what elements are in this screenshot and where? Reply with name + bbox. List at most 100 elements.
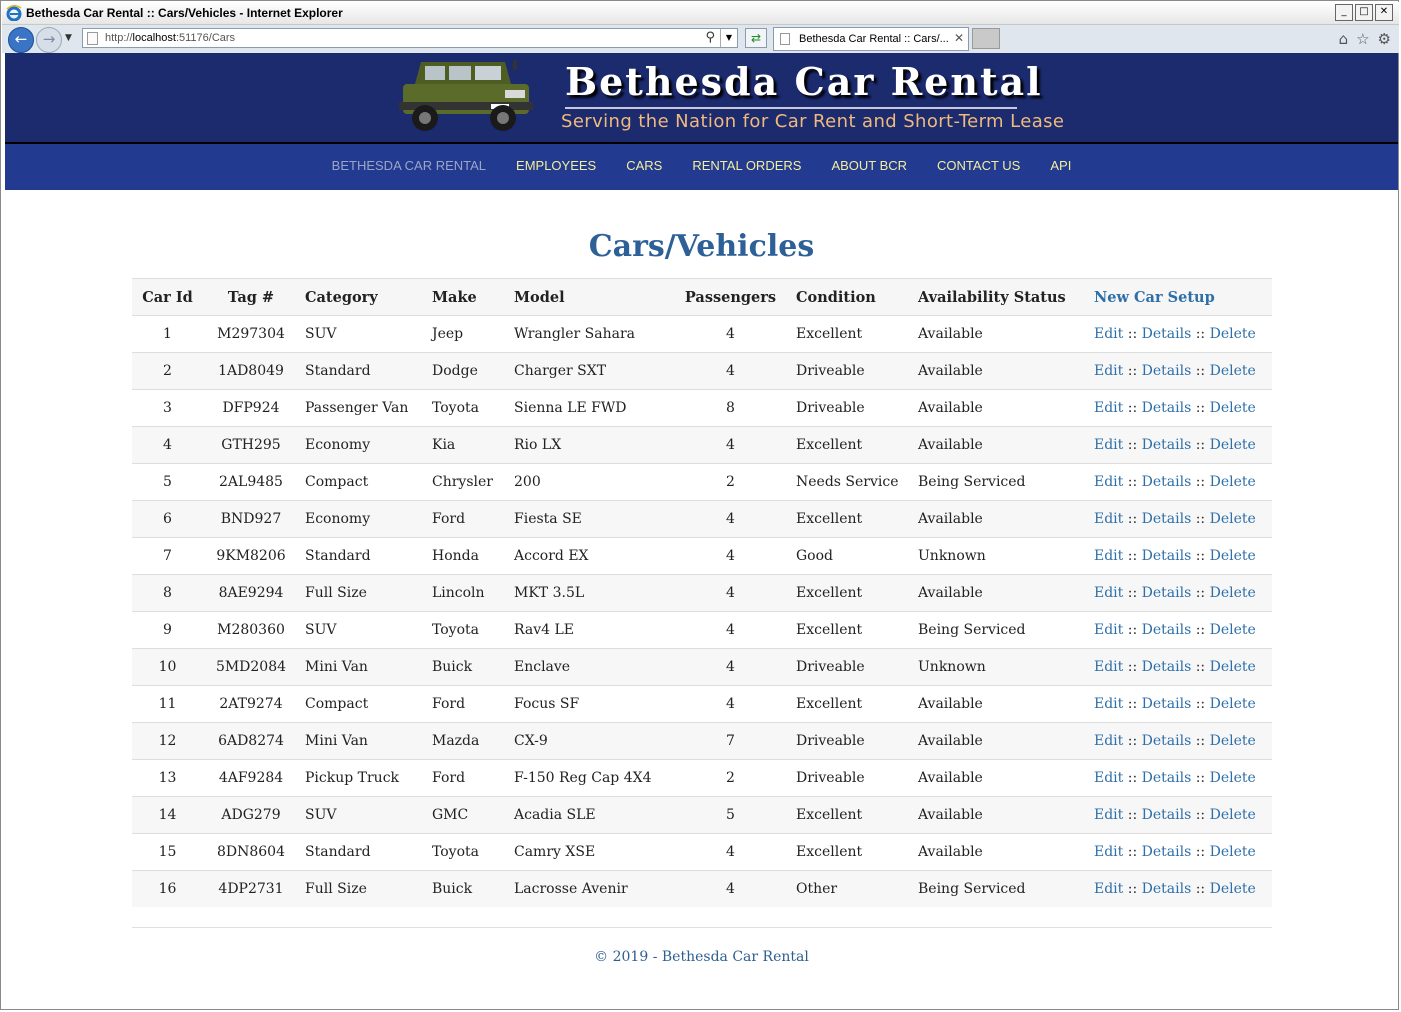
favorites-icon[interactable]: ☆ <box>1356 30 1369 48</box>
car-id-cell: 4 <box>132 426 203 464</box>
edit-link[interactable]: Edit <box>1094 400 1123 416</box>
address-bar[interactable]: http://localhost:51176/Cars ⚲ ▼ <box>82 28 738 48</box>
menu-item-cars[interactable]: CARS <box>611 144 677 190</box>
close-button[interactable]: ✕ <box>1375 4 1393 21</box>
tag-cell: 8AE9294 <box>203 574 299 612</box>
details-link[interactable]: Details <box>1142 363 1192 379</box>
forward-icon[interactable]: → <box>36 27 62 53</box>
details-link[interactable]: Details <box>1142 881 1192 897</box>
menu-item-api[interactable]: API <box>1035 144 1086 190</box>
history-dropdown-icon[interactable]: ▼ <box>65 33 72 43</box>
site-menu-bar: BETHESDA CAR RENTAL EMPLOYEES CARS RENTA… <box>5 144 1398 190</box>
details-link[interactable]: Details <box>1142 511 1192 527</box>
address-url[interactable]: http://localhost:51176/Cars <box>105 32 235 44</box>
action-separator: :: <box>1195 881 1206 897</box>
table-row: 10 5MD2084 Mini Van Buick Enclave 4 Driveable U… <box>132 648 1272 686</box>
back-icon[interactable]: ← <box>8 27 34 53</box>
menu-item-employees[interactable]: EMPLOYEES <box>501 144 611 190</box>
delete-link[interactable]: Delete <box>1210 363 1256 379</box>
category-cell: Passenger Van <box>299 389 426 427</box>
action-separator: :: <box>1195 474 1206 490</box>
passengers-cell: 2 <box>671 463 790 501</box>
delete-link[interactable]: Delete <box>1210 437 1256 453</box>
edit-link[interactable]: Edit <box>1094 585 1123 601</box>
delete-link[interactable]: Delete <box>1210 881 1256 897</box>
model-cell: Accord EX <box>508 537 671 575</box>
edit-link[interactable]: Edit <box>1094 548 1123 564</box>
tab-close-icon[interactable]: ✕ <box>954 31 964 45</box>
home-icon[interactable]: ⌂ <box>1339 30 1349 48</box>
edit-link[interactable]: Edit <box>1094 511 1123 527</box>
details-link[interactable]: Details <box>1142 696 1192 712</box>
details-link[interactable]: Details <box>1142 770 1192 786</box>
delete-link[interactable]: Delete <box>1210 622 1256 638</box>
details-link[interactable]: Details <box>1142 622 1192 638</box>
row-actions: Edit :: Details :: Delete <box>1088 537 1272 575</box>
condition-cell: Driveable <box>790 389 912 427</box>
refresh-icon[interactable]: ⇄ <box>745 28 767 48</box>
maximize-button[interactable]: □ <box>1355 4 1373 21</box>
new-tab-button[interactable] <box>972 28 1000 49</box>
edit-link[interactable]: Edit <box>1094 622 1123 638</box>
edit-link[interactable]: Edit <box>1094 474 1123 490</box>
condition-cell: Other <box>790 870 912 907</box>
details-link[interactable]: Details <box>1142 400 1192 416</box>
delete-link[interactable]: Delete <box>1210 733 1256 749</box>
address-dropdown-icon[interactable]: ▼ <box>720 29 737 47</box>
details-link[interactable]: Details <box>1142 807 1192 823</box>
edit-link[interactable]: Edit <box>1094 326 1123 342</box>
page-icon <box>87 32 98 45</box>
details-link[interactable]: Details <box>1142 659 1192 675</box>
details-link[interactable]: Details <box>1142 474 1192 490</box>
delete-link[interactable]: Delete <box>1210 511 1256 527</box>
edit-link[interactable]: Edit <box>1094 807 1123 823</box>
edit-link[interactable]: Edit <box>1094 363 1123 379</box>
delete-link[interactable]: Delete <box>1210 844 1256 860</box>
details-link[interactable]: Details <box>1142 548 1192 564</box>
delete-link[interactable]: Delete <box>1210 659 1256 675</box>
menu-item-about[interactable]: ABOUT BCR <box>816 144 922 190</box>
delete-link[interactable]: Delete <box>1210 807 1256 823</box>
action-separator: :: <box>1127 363 1138 379</box>
passengers-cell: 7 <box>671 722 790 760</box>
delete-link[interactable]: Delete <box>1210 770 1256 786</box>
action-separator: :: <box>1127 474 1138 490</box>
minimize-button[interactable]: _ <box>1335 4 1353 21</box>
menu-item-contact[interactable]: CONTACT US <box>922 144 1035 190</box>
edit-link[interactable]: Edit <box>1094 437 1123 453</box>
browser-tab[interactable]: Bethesda Car Rental :: Cars/... ✕ <box>773 27 969 51</box>
action-separator: :: <box>1195 659 1206 675</box>
menu-brand-link[interactable]: BETHESDA CAR RENTAL <box>317 144 501 190</box>
edit-link[interactable]: Edit <box>1094 881 1123 897</box>
table-row: 8 8AE9294 Full Size Lincoln MKT 3.5L 4 Excelle… <box>132 574 1272 612</box>
row-actions: Edit :: Details :: Delete <box>1088 833 1272 871</box>
delete-link[interactable]: Delete <box>1210 696 1256 712</box>
availability-cell: Available <box>912 352 1088 390</box>
action-separator: :: <box>1127 696 1138 712</box>
edit-link[interactable]: Edit <box>1094 770 1123 786</box>
edit-link[interactable]: Edit <box>1094 659 1123 675</box>
row-actions: Edit :: Details :: Delete <box>1088 352 1272 390</box>
delete-link[interactable]: Delete <box>1210 474 1256 490</box>
edit-link[interactable]: Edit <box>1094 844 1123 860</box>
delete-link[interactable]: Delete <box>1210 400 1256 416</box>
details-link[interactable]: Details <box>1142 585 1192 601</box>
details-link[interactable]: Details <box>1142 844 1192 860</box>
details-link[interactable]: Details <box>1142 733 1192 749</box>
menu-item-rental-orders[interactable]: RENTAL ORDERS <box>677 144 816 190</box>
delete-link[interactable]: Delete <box>1210 585 1256 601</box>
new-car-setup-link[interactable]: New Car Setup <box>1094 289 1215 306</box>
delete-link[interactable]: Delete <box>1210 326 1256 342</box>
action-separator: :: <box>1195 807 1206 823</box>
search-icon[interactable]: ⚲ <box>705 30 715 45</box>
details-link[interactable]: Details <box>1142 326 1192 342</box>
delete-link[interactable]: Delete <box>1210 548 1256 564</box>
edit-link[interactable]: Edit <box>1094 696 1123 712</box>
settings-icon[interactable]: ⚙ <box>1378 30 1391 48</box>
model-cell: Enclave <box>508 648 671 686</box>
details-link[interactable]: Details <box>1142 437 1192 453</box>
title-bar: Bethesda Car Rental :: Cars/Vehicles - I… <box>2 2 1399 25</box>
table-row: 1 M297304 SUV Jeep Wrangler Sahara 4 Excellent… <box>132 315 1272 353</box>
edit-link[interactable]: Edit <box>1094 733 1123 749</box>
availability-cell: Available <box>912 315 1088 353</box>
